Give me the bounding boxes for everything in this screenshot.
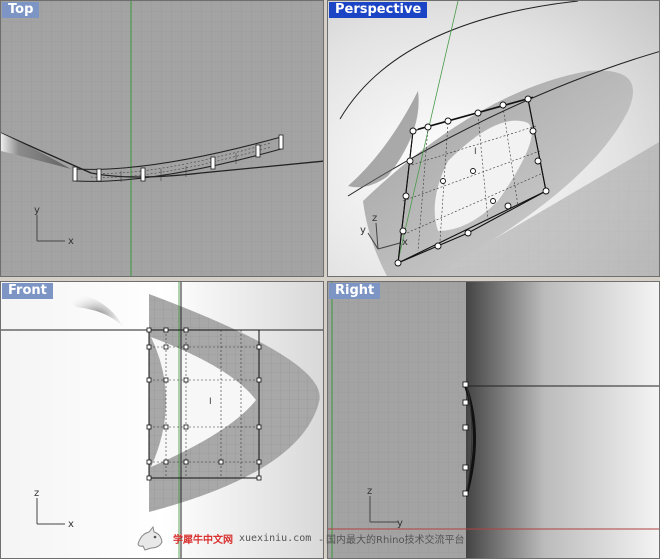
axis-label-z: z xyxy=(367,486,372,497)
axis-label-x: x xyxy=(68,519,74,530)
axis-label-x: x xyxy=(402,237,408,248)
axis-label-y: y xyxy=(360,225,366,236)
viewport-title-top[interactable]: Top xyxy=(2,2,40,18)
viewport-title-perspective[interactable]: Perspective xyxy=(329,2,428,18)
axis-label-z: z xyxy=(34,488,39,499)
watermark-slogan: - 国内最大的Rhino技术交流平台 xyxy=(319,534,465,546)
rhino-logo-icon xyxy=(137,525,163,551)
axis-label-y: y xyxy=(34,205,40,216)
axis-label-x: x xyxy=(68,236,74,247)
watermark-brand: 学犀牛中文网 xyxy=(173,534,233,546)
svg-text:I: I xyxy=(209,397,212,407)
viewport-right[interactable]: y z Right xyxy=(327,281,660,559)
perspective-view-canvas: I x y z xyxy=(328,1,659,276)
svg-text:I: I xyxy=(474,147,477,157)
watermark-site: xuexiniu.com xyxy=(239,532,312,544)
right-view-canvas: y z xyxy=(328,282,659,558)
viewport-title-front[interactable]: Front xyxy=(2,283,53,299)
front-view-canvas: I x z xyxy=(1,282,323,558)
viewport-perspective[interactable]: I x y z Perspective xyxy=(327,0,660,277)
viewport-front[interactable]: I x z Front xyxy=(0,281,324,559)
viewport-top[interactable]: x y Top xyxy=(0,0,324,277)
watermark: 学犀牛中文网 xuexiniu.com - 国内最大的Rhino技术交流平台 xyxy=(135,523,465,553)
viewport-title-right[interactable]: Right xyxy=(329,283,381,299)
top-view-canvas: x y xyxy=(1,1,323,276)
axis-label-z: z xyxy=(372,213,377,224)
